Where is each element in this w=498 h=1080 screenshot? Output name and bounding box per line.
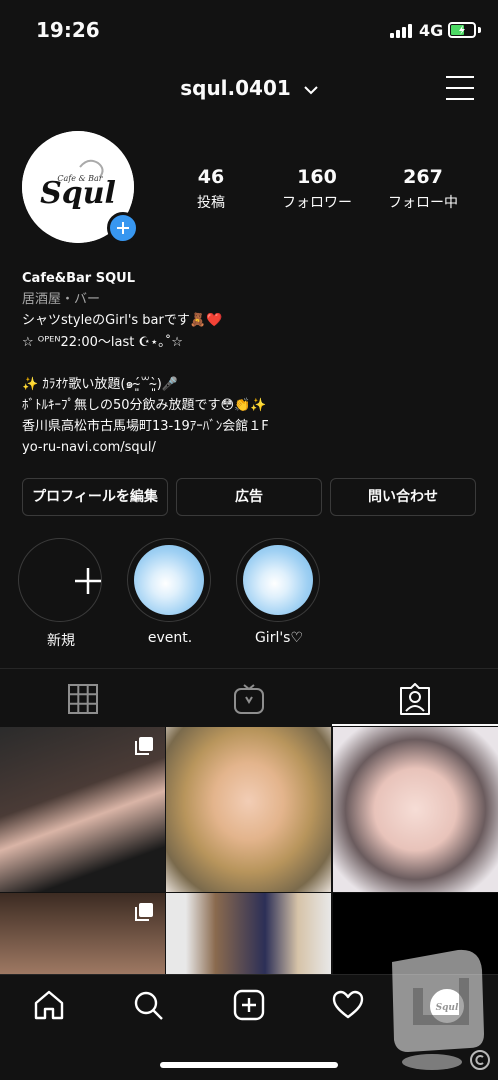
post-grid [0, 727, 498, 974]
bio-line: シャツstyleのGirl's barです🧸❤️ [22, 313, 223, 329]
new-post-icon[interactable] [233, 989, 265, 1021]
post-thumbnail[interactable] [0, 893, 165, 974]
profile-bio: Cafe&Bar SQUL 居酒屋・バー シャツstyleのGirl's bar… [22, 268, 482, 459]
bio-blank-line [22, 353, 482, 374]
battery-tip [478, 27, 481, 33]
home-icon[interactable] [33, 989, 65, 1021]
network-label: 4G [419, 21, 444, 40]
home-indicator[interactable] [160, 1062, 338, 1068]
heart-icon[interactable] [332, 989, 364, 1021]
highlight-label: event. [147, 630, 193, 646]
post-thumbnail[interactable] [0, 727, 165, 892]
bio-line: ﾎﾞﾄﾙｷｰﾌﾟ無しの50分飲み放題です😳👏✨ [22, 398, 267, 414]
stat-value: 267 [403, 166, 443, 188]
battery-icon [448, 22, 476, 38]
bio-line: ☆ ᴼᴾᴱᴺ22:00〜last ☪︎⋆｡˚☆ [22, 334, 183, 350]
hamburger-menu-icon[interactable] [446, 76, 474, 100]
highlight-cover [134, 545, 204, 615]
stat-value: 46 [197, 166, 225, 188]
add-story-button[interactable] [107, 212, 139, 244]
tab-grid[interactable] [0, 669, 166, 726]
post-thumbnail[interactable] [166, 727, 331, 892]
posts-count[interactable]: 46 投稿 [156, 166, 266, 212]
highlight-ring [236, 538, 320, 622]
stat-value: 160 [297, 166, 337, 188]
profile-header: squl.0401 [0, 66, 498, 110]
username-label: squl.0401 [180, 76, 291, 100]
highlight-ring [127, 538, 211, 622]
tab-igtv[interactable] [166, 669, 332, 726]
highlight-cover [243, 545, 313, 615]
ads-button[interactable]: 広告 [176, 478, 322, 516]
highlight-new[interactable]: 新規 [18, 538, 104, 650]
highlight-ring [18, 538, 102, 622]
signal-icon [390, 24, 412, 38]
status-bar: 19:26 4G [0, 0, 498, 60]
bio-line: 香川県高松市古馬場町13-19ｱｰﾊﾞﾝ会館１F [22, 419, 269, 435]
highlight-event[interactable]: event. [127, 538, 213, 646]
following-count[interactable]: 267 フォロー中 [368, 166, 478, 212]
igtv-icon [234, 684, 264, 714]
bio-line: ✨ ｶﾗｵｹ歌い放題(๑ˊ̴͈꒳ˋ̴͈)🎤 [22, 376, 179, 392]
profile-category[interactable]: 居酒屋・バー [22, 289, 482, 310]
post-thumbnail[interactable] [333, 727, 498, 892]
carousel-icon [135, 903, 153, 921]
highlight-girls[interactable]: Girl's♡ [236, 538, 322, 646]
highlight-label: Girl's♡ [254, 630, 304, 646]
stat-label: フォロワー [282, 195, 352, 211]
svg-text:Squl: Squl [40, 176, 116, 211]
profile-tabs [0, 668, 498, 726]
grid-icon [68, 684, 98, 714]
watermark-logo [392, 949, 490, 1070]
followers-count[interactable]: 160 フォロワー [262, 166, 372, 212]
post-thumbnail[interactable] [166, 893, 331, 974]
highlight-label: 新規 [47, 633, 75, 649]
stat-label: フォロー中 [388, 195, 458, 211]
search-icon[interactable] [132, 989, 164, 1021]
tagged-icon [400, 683, 430, 715]
chevron-down-icon [304, 85, 318, 94]
tab-tagged[interactable] [332, 669, 498, 726]
bio-link[interactable]: yo-ru-navi.com/squl/ [22, 437, 482, 458]
stat-label: 投稿 [197, 195, 225, 211]
plus-icon [117, 222, 129, 234]
status-time: 19:26 [36, 18, 100, 42]
plus-icon [75, 568, 101, 594]
edit-profile-button[interactable]: プロフィールを編集 [22, 478, 168, 516]
carousel-icon [135, 737, 153, 755]
contact-button[interactable]: 問い合わせ [330, 478, 476, 516]
profile-name: Cafe&Bar SQUL [22, 271, 135, 286]
account-switcher[interactable]: squl.0401 [0, 76, 498, 100]
